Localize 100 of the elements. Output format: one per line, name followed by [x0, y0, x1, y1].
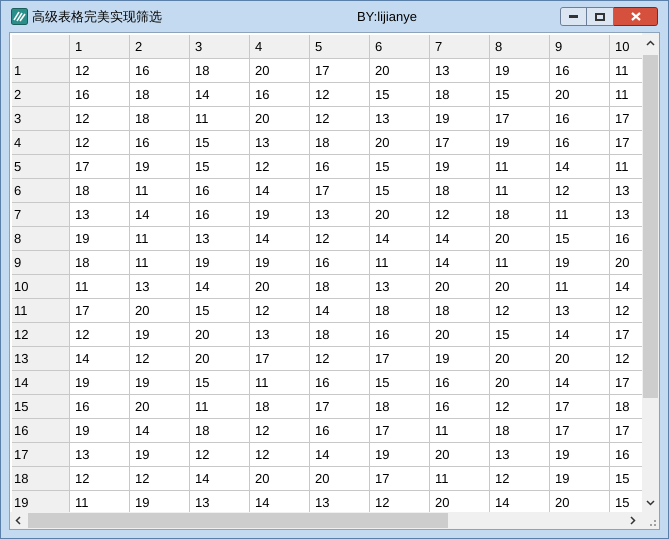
table-cell: 12 [310, 107, 370, 131]
table-cell: 20 [550, 347, 610, 371]
table-cell: 13 [70, 203, 130, 227]
close-button[interactable] [614, 7, 658, 26]
table-cell: 17 [70, 155, 130, 179]
table-cell: 16 [430, 371, 490, 395]
table-cell: 15 [550, 227, 610, 251]
table-cell: 17 [310, 179, 370, 203]
table-cell: 19 [430, 347, 490, 371]
minimize-button[interactable] [560, 7, 587, 26]
table-cell: 14 [70, 347, 130, 371]
table-cell: 16 [370, 323, 430, 347]
table-cell: 12 [310, 227, 370, 251]
row-header[interactable]: 12 [12, 323, 70, 347]
table-cell: 20 [490, 371, 550, 395]
row-header[interactable]: 17 [12, 443, 70, 467]
scrollbar-thumb[interactable] [28, 513, 448, 528]
table-cell: 16 [190, 203, 250, 227]
row-header[interactable]: 7 [12, 203, 70, 227]
table-cell: 20 [490, 347, 550, 371]
column-header[interactable]: 10 [610, 35, 642, 59]
column-header[interactable]: 1 [70, 35, 130, 59]
row-header[interactable]: 19 [12, 491, 70, 512]
table-cell: 15 [190, 155, 250, 179]
table-cell: 12 [250, 299, 310, 323]
row-header[interactable]: 11 [12, 299, 70, 323]
vertical-scrollbar[interactable] [642, 33, 659, 512]
row-header[interactable]: 15 [12, 395, 70, 419]
table-cell: 15 [370, 83, 430, 107]
column-header[interactable]: 8 [490, 35, 550, 59]
table-cell: 12 [310, 347, 370, 371]
horizontal-scrollbar[interactable] [10, 512, 642, 529]
table-cell: 18 [490, 419, 550, 443]
row-header[interactable]: 1 [12, 59, 70, 83]
column-header[interactable]: 4 [250, 35, 310, 59]
table-cell: 15 [370, 371, 430, 395]
table-cell: 13 [370, 107, 430, 131]
row-header[interactable]: 2 [12, 83, 70, 107]
table-cell: 15 [370, 155, 430, 179]
table-cell: 18 [70, 251, 130, 275]
table-cell: 14 [550, 155, 610, 179]
table-cell: 18 [490, 203, 550, 227]
table-cell: 11 [130, 227, 190, 251]
column-header[interactable]: 2 [130, 35, 190, 59]
table-cell: 16 [70, 395, 130, 419]
table-cell: 13 [370, 275, 430, 299]
table-cell: 18 [370, 299, 430, 323]
table-cell: 20 [250, 467, 310, 491]
table-cell: 16 [550, 131, 610, 155]
table-cell: 20 [310, 467, 370, 491]
column-header[interactable]: 3 [190, 35, 250, 59]
table-cell: 12 [70, 59, 130, 83]
close-icon [630, 12, 640, 21]
table-cell: 12 [130, 347, 190, 371]
scroll-right-icon [630, 516, 636, 525]
row-header[interactable]: 18 [12, 467, 70, 491]
row-header[interactable]: 14 [12, 371, 70, 395]
table-cell: 15 [190, 299, 250, 323]
table-cell: 15 [190, 131, 250, 155]
row-header[interactable]: 13 [12, 347, 70, 371]
table-cell: 12 [250, 419, 310, 443]
row-header[interactable]: 8 [12, 227, 70, 251]
column-header[interactable]: 5 [310, 35, 370, 59]
row-header[interactable]: 9 [12, 251, 70, 275]
table-cell: 18 [130, 83, 190, 107]
table-cell: 12 [250, 443, 310, 467]
table-cell: 13 [310, 203, 370, 227]
table-cell: 19 [490, 131, 550, 155]
table-cell: 14 [190, 467, 250, 491]
table-cell: 18 [190, 419, 250, 443]
row-header[interactable]: 10 [12, 275, 70, 299]
table-cell: 17 [550, 395, 610, 419]
column-header[interactable]: 6 [370, 35, 430, 59]
maximize-button[interactable] [587, 7, 614, 26]
table-cell: 16 [310, 155, 370, 179]
table-cell: 11 [130, 251, 190, 275]
table-cell: 16 [310, 251, 370, 275]
table-cell: 14 [370, 227, 430, 251]
table-cell: 20 [190, 347, 250, 371]
scroll-up-icon [646, 40, 655, 46]
row-header[interactable]: 3 [12, 107, 70, 131]
scrollbar-thumb[interactable] [643, 55, 658, 398]
table-cell: 12 [70, 107, 130, 131]
table-cell: 19 [70, 227, 130, 251]
table-cell: 19 [250, 203, 310, 227]
table-cell: 16 [550, 107, 610, 131]
row-header[interactable]: 5 [12, 155, 70, 179]
table-cell: 16 [70, 83, 130, 107]
table-cell: 18 [250, 395, 310, 419]
table-cell: 11 [190, 395, 250, 419]
scroll-down-icon [646, 500, 655, 506]
column-header[interactable]: 7 [430, 35, 490, 59]
table-cell: 19 [130, 443, 190, 467]
row-header[interactable]: 4 [12, 131, 70, 155]
table-cell: 20 [250, 107, 310, 131]
column-header[interactable]: 9 [550, 35, 610, 59]
table-cell: 11 [490, 179, 550, 203]
row-header[interactable]: 16 [12, 419, 70, 443]
row-header[interactable]: 6 [12, 179, 70, 203]
table-cell: 17 [490, 107, 550, 131]
